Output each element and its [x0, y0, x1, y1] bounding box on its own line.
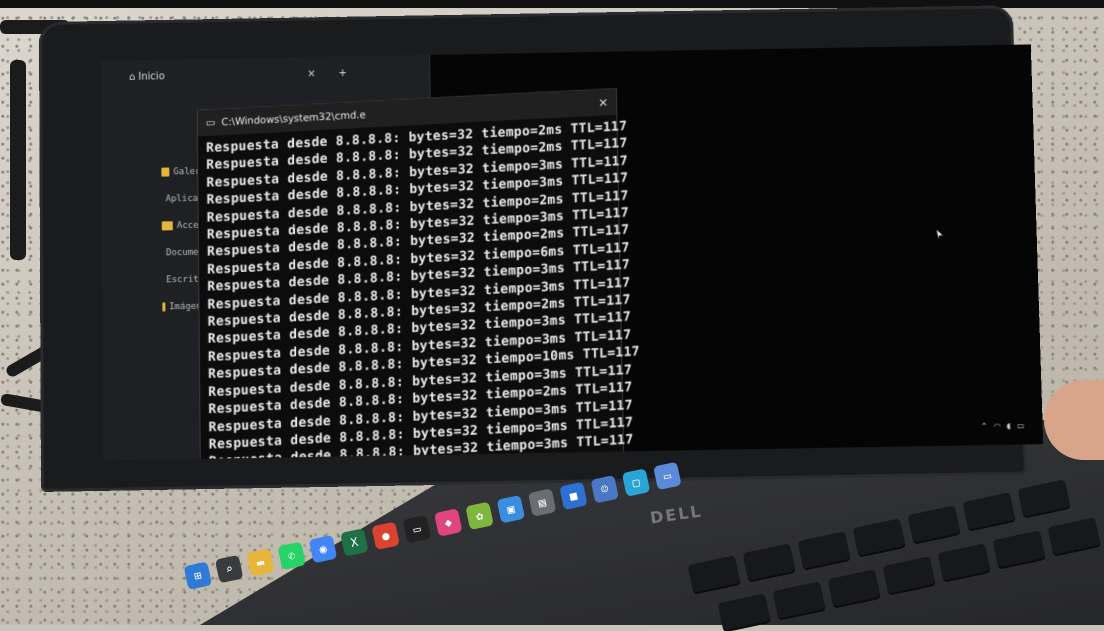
- battery-icon[interactable]: ▭: [1017, 421, 1025, 430]
- explorer-tab-label: Inicio: [138, 71, 164, 82]
- laptop-lid: ⌂ Inicio × + GaleríaAplicacionesAccesoDo…: [39, 5, 1027, 492]
- search-icon[interactable]: ⌕: [215, 555, 243, 583]
- app-cyan-icon[interactable]: ▢: [622, 468, 650, 496]
- app-pink-icon[interactable]: ◆: [434, 508, 462, 536]
- chevron-up-icon[interactable]: ⌃: [981, 422, 988, 431]
- close-icon[interactable]: ×: [307, 69, 315, 80]
- file-explorer-icon[interactable]: ▬: [246, 548, 274, 576]
- app-red-icon[interactable]: ●: [371, 522, 399, 550]
- terminal-icon[interactable]: ▭: [403, 515, 431, 543]
- excel-icon[interactable]: X: [340, 528, 368, 556]
- laptop-screen: ⌂ Inicio × + GaleríaAplicacionesAccesoDo…: [101, 44, 1043, 460]
- folder-icon: [162, 302, 165, 311]
- wifi-icon[interactable]: ◠: [994, 422, 1001, 431]
- app-gray-icon[interactable]: ▤: [528, 488, 556, 516]
- monitor-icon[interactable]: ▣: [497, 495, 525, 523]
- close-icon[interactable]: ×: [598, 95, 608, 109]
- cmd-output: Respuesta desde 8.8.8.8: bytes=32 tiempo…: [198, 115, 625, 461]
- whatsapp-icon[interactable]: ✆: [278, 542, 306, 570]
- app-multicolor-icon[interactable]: ✿: [465, 502, 493, 530]
- new-tab-icon[interactable]: +: [339, 68, 347, 79]
- folder-icon: [162, 221, 173, 230]
- app-window-icon[interactable]: ▭: [653, 462, 681, 490]
- chair-leg-2: [10, 60, 26, 260]
- app-blue-icon[interactable]: ■: [559, 482, 587, 510]
- app-people-icon[interactable]: ☺: [591, 475, 619, 503]
- explorer-tab[interactable]: ⌂ Inicio × +: [129, 68, 347, 83]
- mouse-cursor-icon: [937, 230, 943, 239]
- chrome-icon[interactable]: ◉: [309, 535, 337, 563]
- system-tray: ⌃ ◠ ◖ ▭: [981, 421, 1025, 431]
- terminal-icon: ▭: [206, 117, 216, 128]
- start-icon[interactable]: ⊞: [184, 561, 212, 589]
- folder-icon: [161, 168, 169, 177]
- cmd-title: C:\Windows\system32\cmd.e: [221, 109, 365, 127]
- home-icon: ⌂: [129, 72, 135, 83]
- cmd-window: ▭ C:\Windows\system32\cmd.e × Respuesta …: [197, 88, 626, 461]
- volume-icon[interactable]: ◖: [1007, 421, 1012, 430]
